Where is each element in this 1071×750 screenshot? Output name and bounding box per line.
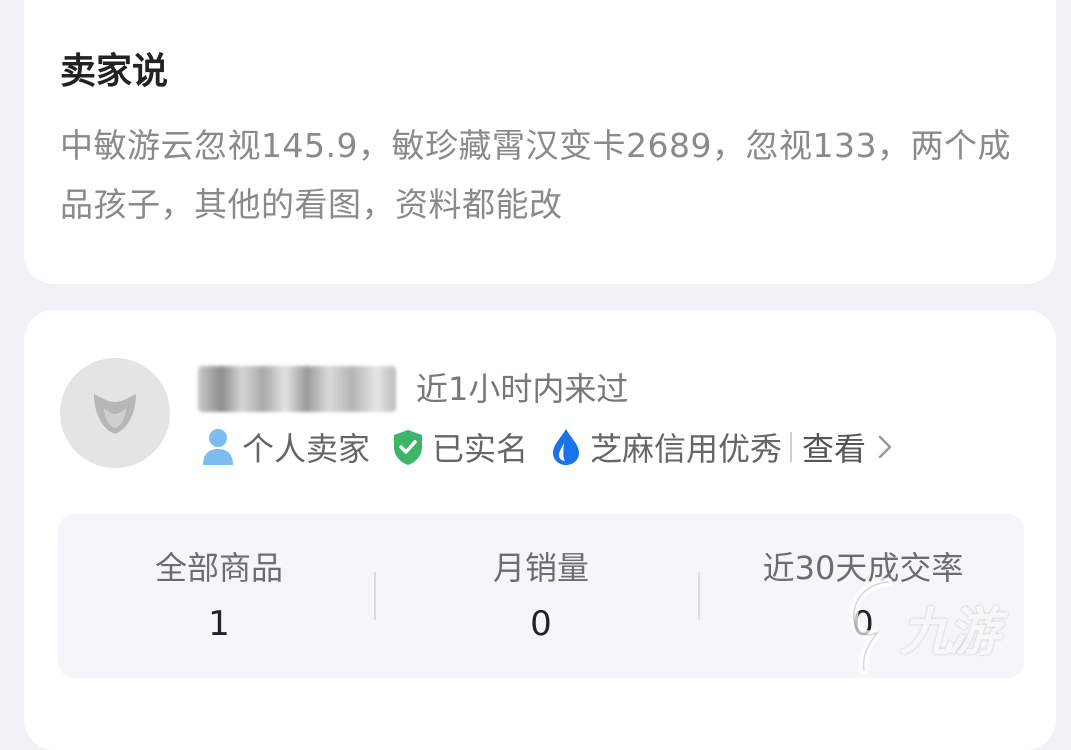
chevron-right-icon	[878, 435, 892, 459]
badge-divider	[790, 432, 793, 462]
stat-value: 1	[208, 604, 230, 644]
person-icon	[200, 427, 236, 467]
stat-value: 0	[530, 604, 552, 644]
seller-says-card: 卖家说 中敏游云忽视145.9，敏珍藏霄汉变卡2689，忽视133，两个成品孩子…	[24, 0, 1056, 284]
stat-divider	[698, 572, 700, 620]
stat-label: 月销量	[492, 549, 589, 587]
shield-check-icon	[390, 427, 426, 467]
seller-info-card[interactable]: 近1小时内来过 个人卖家 已实名 芝麻信用优秀 查看 全部商品 1 月销量 0 …	[24, 310, 1056, 750]
watermark-swoosh-icon	[849, 577, 893, 674]
watermark-logo: 九游	[838, 574, 1048, 678]
stat-divider	[374, 572, 376, 620]
view-label: 查看	[802, 430, 867, 468]
seller-badges: 个人卖家 已实名 芝麻信用优秀 查看	[200, 424, 892, 470]
watermark-text: 九游	[900, 603, 1000, 663]
personal-seller-label: 个人卖家	[242, 430, 371, 468]
view-seller-link[interactable]: 查看	[802, 424, 892, 470]
last-seen-status: 近1小时内来过	[416, 370, 629, 408]
credit-badge[interactable]: 芝麻信用优秀	[548, 424, 782, 470]
flame-drop-icon	[548, 427, 584, 467]
seller-says-description: 中敏游云忽视145.9，敏珍藏霄汉变卡2689，忽视133，两个成品孩子，其他的…	[60, 126, 1011, 224]
verified-badge: 已实名	[390, 424, 528, 470]
username-blurred	[198, 366, 396, 412]
personal-seller-badge: 个人卖家	[200, 424, 370, 470]
credit-label: 芝麻信用优秀	[590, 430, 783, 468]
avatar[interactable]	[60, 358, 170, 468]
stat-all-products[interactable]: 全部商品 1	[58, 514, 380, 678]
seller-says-title: 卖家说	[60, 51, 169, 92]
stat-monthly-sales: 月销量 0	[380, 514, 702, 678]
avatar-placeholder-icon	[94, 394, 136, 434]
verified-label: 已实名	[432, 430, 529, 468]
stat-label: 全部商品	[154, 549, 283, 587]
